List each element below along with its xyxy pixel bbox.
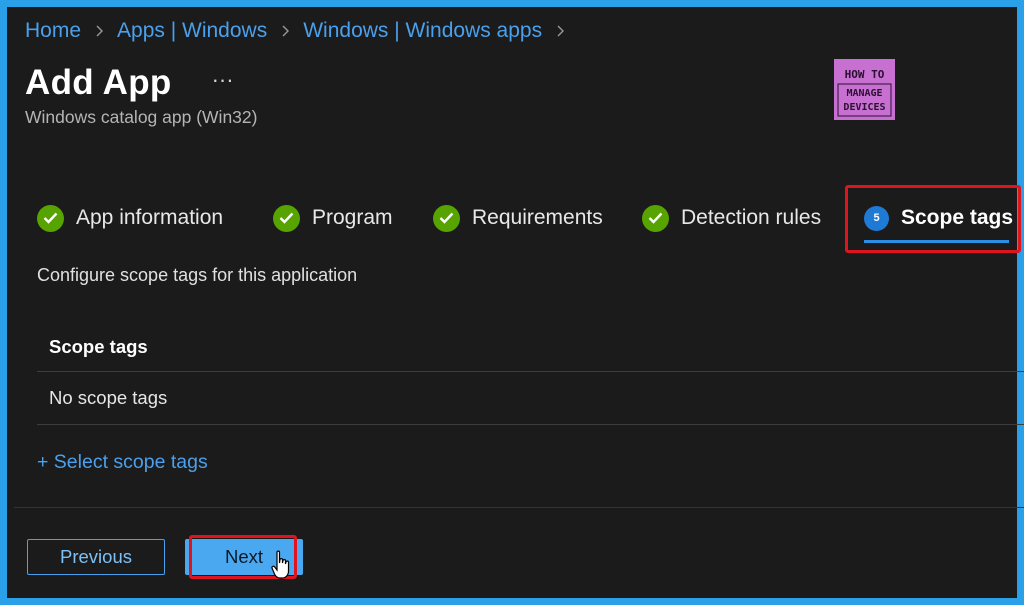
checkmark-circle-icon xyxy=(433,204,460,232)
how-to-manage-devices-logo: HOW TO MANAGE DEVICES xyxy=(834,59,895,120)
footer-divider xyxy=(14,507,1024,508)
breadcrumb-windows-apps[interactable]: Windows | Windows apps xyxy=(303,19,542,43)
table-cell: No scope tags xyxy=(49,387,168,408)
table-header: Scope tags xyxy=(37,323,1024,372)
chevron-right-icon xyxy=(96,25,104,37)
tab-label: Detection rules xyxy=(681,206,822,229)
app-window: Home Apps | Windows Windows | Windows ap… xyxy=(0,0,1024,605)
table-row: No scope tags xyxy=(37,372,1024,425)
tab-program[interactable]: Program xyxy=(273,197,393,239)
page-subtitle: Windows catalog app (Win32) xyxy=(25,107,258,127)
hand-pointer-icon xyxy=(271,550,290,579)
tab-label: Requirements xyxy=(472,206,603,229)
chevron-right-icon xyxy=(557,25,565,37)
more-options-button[interactable]: ··· xyxy=(212,67,234,93)
previous-button[interactable]: Previous xyxy=(27,539,165,575)
title-row: Add App ··· xyxy=(25,63,234,103)
svg-text:HOW TO: HOW TO xyxy=(845,68,885,81)
tab-app-information[interactable]: App information xyxy=(37,197,223,239)
breadcrumb: Home Apps | Windows Windows | Windows ap… xyxy=(25,19,566,43)
checkmark-circle-icon xyxy=(37,204,64,232)
svg-text:DEVICES: DEVICES xyxy=(843,102,885,113)
tab-detection-rules[interactable]: Detection rules xyxy=(642,197,821,239)
column-header-scope-tags: Scope tags xyxy=(49,336,148,357)
tab-label: Program xyxy=(312,206,393,229)
chevron-right-icon xyxy=(282,25,290,37)
tab-label: App information xyxy=(76,206,224,229)
section-description: Configure scope tags for this applicatio… xyxy=(37,265,358,285)
checkmark-circle-icon xyxy=(273,204,300,232)
logo-graphic: HOW TO MANAGE DEVICES xyxy=(834,59,895,120)
svg-text:MANAGE: MANAGE xyxy=(846,88,882,99)
page-title: Add App xyxy=(25,63,172,102)
tab-requirements[interactable]: Requirements xyxy=(433,197,603,239)
scope-tags-highlight-annotation xyxy=(845,185,1021,253)
breadcrumb-home[interactable]: Home xyxy=(25,19,81,43)
breadcrumb-apps-windows[interactable]: Apps | Windows xyxy=(117,19,267,43)
checkmark-circle-icon xyxy=(642,204,669,232)
select-scope-tags-link[interactable]: + Select scope tags xyxy=(37,451,208,474)
